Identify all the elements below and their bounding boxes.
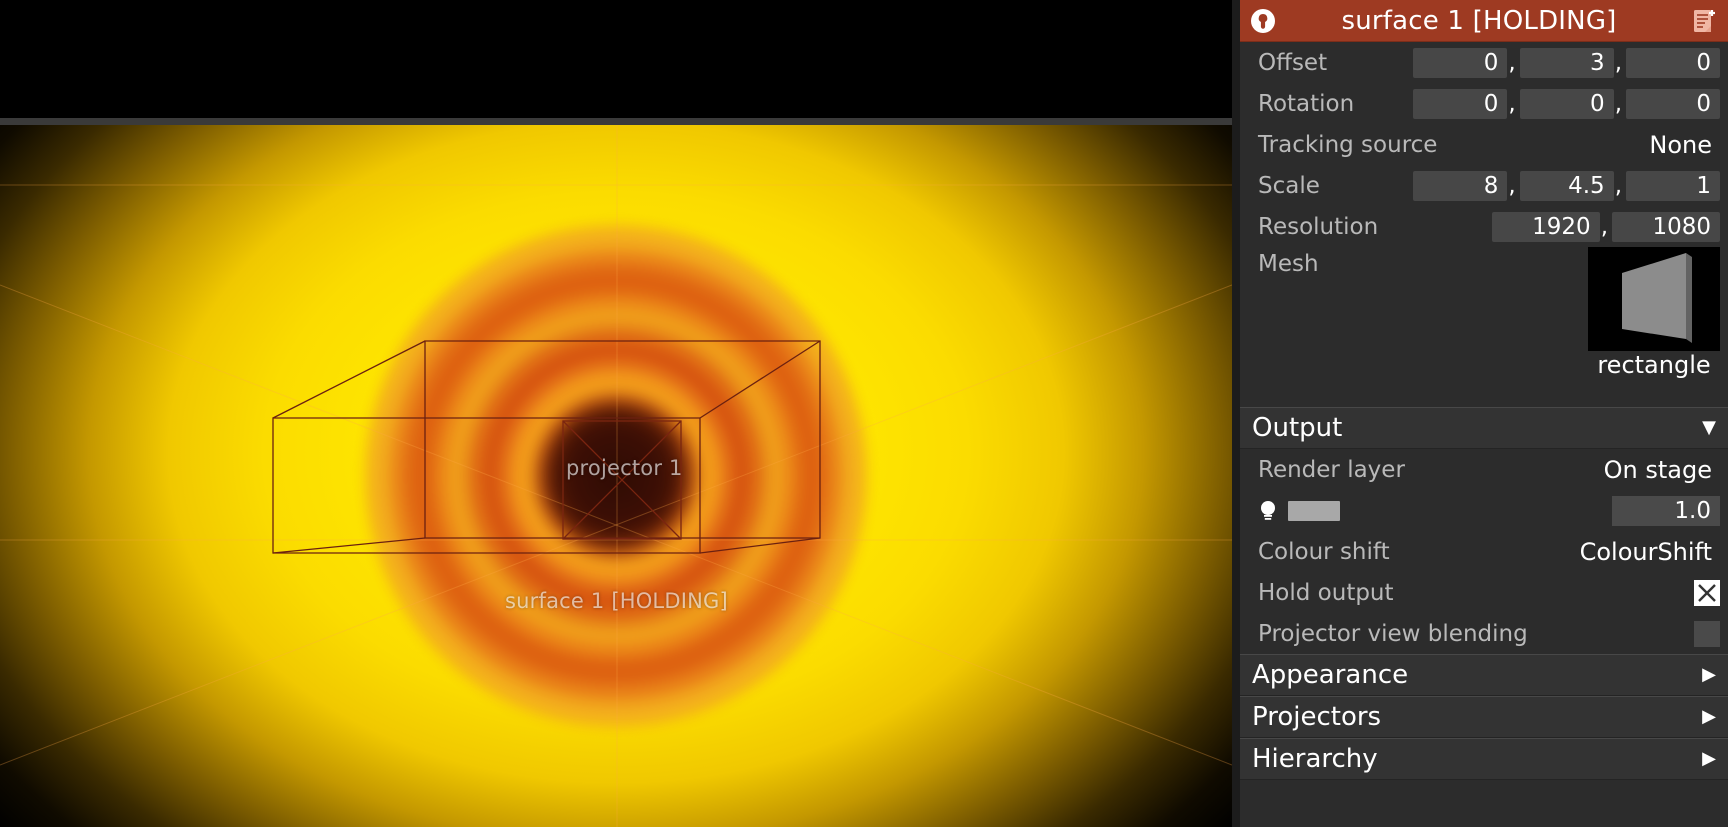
intensity-value-field[interactable]: 1.0: [1612, 495, 1720, 526]
viewport-divider[interactable]: [0, 118, 1232, 125]
property-label: Hold output: [1258, 579, 1394, 606]
property-row-tracking-source[interactable]: Tracking source None: [1240, 124, 1728, 165]
rotation-x-field[interactable]: 0: [1413, 88, 1508, 119]
chevron-right-icon[interactable]: ▶: [1702, 708, 1716, 726]
property-rows: Offset 0 , 3 , 0 Rotation 0 , 0 , 0 Trac…: [1240, 42, 1728, 407]
colour-shift-value[interactable]: ColourShift: [1580, 538, 1720, 566]
comma-separator: ,: [1508, 90, 1516, 117]
projector-label: projector 1: [566, 456, 683, 480]
rotation-z-field[interactable]: 0: [1626, 88, 1720, 119]
property-label: Resolution: [1258, 213, 1379, 240]
viewport-top-strip: [0, 0, 1232, 120]
section-header-appearance[interactable]: Appearance ▶: [1240, 654, 1728, 696]
property-row-offset[interactable]: Offset 0 , 3 , 0: [1240, 42, 1728, 83]
offset-x-field[interactable]: 0: [1413, 47, 1508, 78]
projector-view-blending-checkbox[interactable]: [1694, 620, 1720, 647]
scale-z-field[interactable]: 1: [1626, 170, 1720, 201]
section-title: Projectors: [1252, 702, 1382, 732]
property-row-rotation[interactable]: Rotation 0 , 0 , 0: [1240, 83, 1728, 124]
application-window: projector 1 surface 1 [HOLDING] surface …: [0, 0, 1728, 827]
offset-z-field[interactable]: 0: [1626, 47, 1720, 78]
property-label: Tracking source: [1258, 131, 1438, 158]
property-row-resolution[interactable]: Resolution 1920 , 1080: [1240, 206, 1728, 247]
chevron-right-icon[interactable]: ▶: [1702, 750, 1716, 768]
mesh-thumbnail-wrap[interactable]: rectangle: [1588, 247, 1720, 379]
section-header-hierarchy[interactable]: Hierarchy ▶: [1240, 738, 1728, 780]
section-header-output[interactable]: Output ▼: [1240, 407, 1728, 449]
chevron-right-icon[interactable]: ▶: [1702, 666, 1716, 684]
tracking-source-value[interactable]: None: [1649, 131, 1720, 159]
resolution-width-field[interactable]: 1920: [1491, 211, 1600, 242]
comma-separator: ,: [1614, 90, 1622, 117]
mesh-thumbnail[interactable]: [1588, 247, 1720, 351]
hold-output-checkbox[interactable]: [1694, 579, 1720, 606]
property-label: Rotation: [1258, 90, 1355, 117]
comma-separator: ,: [1508, 49, 1516, 76]
output-row-render-layer[interactable]: Render layer On stage: [1240, 449, 1728, 490]
surface-properties-panel: surface 1 [HOLDING] Offset 0 , 3 , 0 Rot…: [1240, 0, 1728, 827]
comma-separator: ,: [1614, 172, 1622, 199]
render-layer-value[interactable]: On stage: [1604, 456, 1720, 484]
panel-header[interactable]: surface 1 [HOLDING]: [1240, 0, 1728, 42]
scale-x-field[interactable]: 8: [1413, 170, 1508, 201]
intensity-slider[interactable]: [1288, 500, 1340, 521]
property-label: Projector view blending: [1258, 620, 1528, 647]
property-label: Render layer: [1258, 456, 1405, 483]
output-row-colour-shift[interactable]: Colour shift ColourShift: [1240, 531, 1728, 572]
comma-separator: ,: [1614, 49, 1622, 76]
property-label: Mesh: [1258, 251, 1319, 277]
mesh-type-label: rectangle: [1597, 351, 1711, 379]
output-row-intensity[interactable]: 1.0: [1240, 490, 1728, 531]
scale-y-field[interactable]: 4.5: [1519, 170, 1614, 201]
section-title: Hierarchy: [1252, 744, 1378, 774]
surface-label: surface 1 [HOLDING]: [505, 589, 728, 613]
section-header-projectors[interactable]: Projectors ▶: [1240, 696, 1728, 738]
rotation-y-field[interactable]: 0: [1519, 88, 1614, 119]
resolution-height-field[interactable]: 1080: [1612, 211, 1720, 242]
property-row-scale[interactable]: Scale 8 , 4.5 , 1: [1240, 165, 1728, 206]
comma-separator: ,: [1508, 172, 1516, 199]
property-label: Offset: [1258, 49, 1328, 76]
property-row-mesh[interactable]: Mesh rectangle: [1240, 247, 1728, 407]
light-bulb-icon: [1258, 499, 1280, 523]
section-title: Output: [1252, 413, 1343, 443]
property-label: Colour shift: [1258, 538, 1390, 565]
output-row-hold-output[interactable]: Hold output: [1240, 572, 1728, 613]
offset-y-field[interactable]: 3: [1519, 47, 1614, 78]
new-note-icon[interactable]: [1688, 5, 1720, 37]
stage-render-area[interactable]: projector 1 surface 1 [HOLDING]: [0, 125, 1232, 827]
output-rows: Render layer On stage 1.0 Colour shift C…: [1240, 449, 1728, 654]
property-label: Scale: [1258, 172, 1320, 199]
panel-title: surface 1 [HOLDING]: [1341, 5, 1617, 36]
stage-viewport[interactable]: projector 1 surface 1 [HOLDING]: [0, 0, 1232, 827]
chevron-down-icon[interactable]: ▼: [1702, 419, 1716, 437]
comma-separator: ,: [1600, 213, 1608, 240]
section-title: Appearance: [1252, 660, 1409, 690]
output-row-projector-view-blending[interactable]: Projector view blending: [1240, 613, 1728, 654]
